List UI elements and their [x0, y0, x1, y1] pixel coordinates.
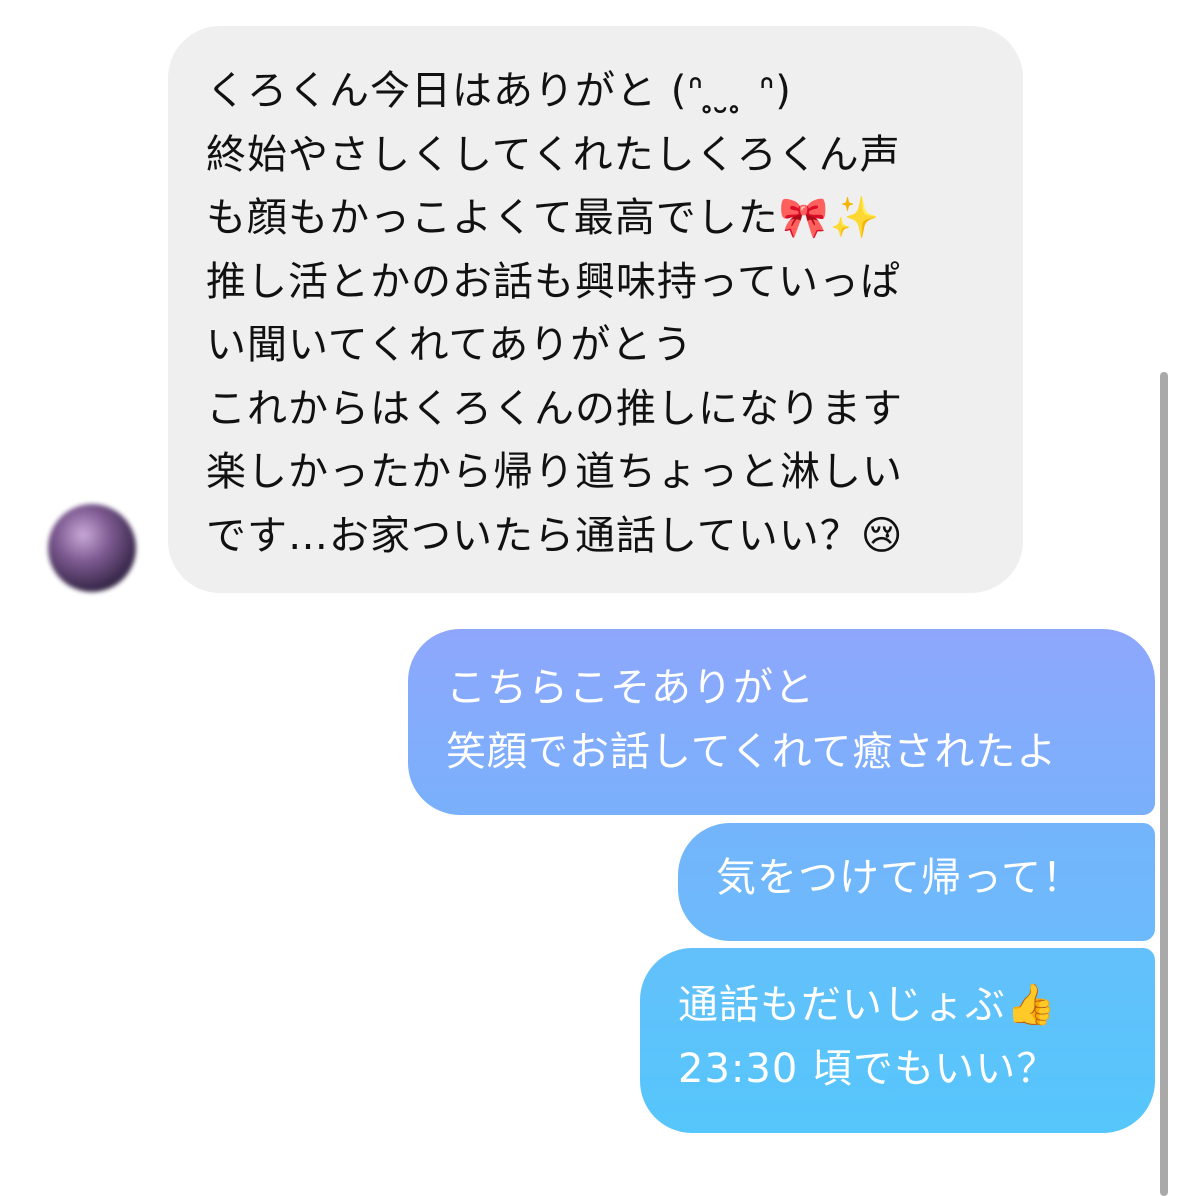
sender-avatar[interactable] [48, 504, 136, 592]
scrollbar[interactable] [1160, 372, 1168, 1196]
message-line: 23:30 頃でもいい？ [678, 1045, 1058, 1092]
outgoing-message-bubble[interactable]: こちらこそありがと 笑顔でお話してくれて癒されたよ [408, 629, 1155, 815]
chat-thread: くろくん今日はありがと (ᐢ ̥ ̮ ̥ ᐢ) 終始やさしくしてくれたしくろくん… [0, 0, 1179, 1196]
outgoing-message-bubble[interactable]: 通話もだいじょぶ👍 23:30 頃でもいい？ [640, 948, 1155, 1133]
message-line: 楽しかったから帰り道ちょっと淋しい [206, 449, 903, 495]
message-line: 笑顔でお話してくれて癒されたよ [446, 728, 1058, 775]
outgoing-message-bubble[interactable]: 気をつけて帰って！ [678, 823, 1155, 941]
message-line: い聞いてくれてありがとう [206, 322, 694, 368]
message-line: 推し活とかのお話も興味持っていっぱ [206, 258, 901, 305]
message-line: です…お家ついたら通話していい？😢 [206, 512, 904, 559]
message-line: 気をつけて帰って！ [716, 855, 1083, 901]
message-line: これからはくろくんの推しになります [206, 385, 903, 432]
message-line: 通話もだいじょぶ👍 [678, 982, 1057, 1028]
message-line: くろくん今日はありがと (ᐢ ̥ ̮ ̥ ᐢ) [206, 68, 792, 114]
message-line: こちらこそありがと [446, 665, 815, 711]
incoming-message-bubble[interactable]: くろくん今日はありがと (ᐢ ̥ ̮ ̥ ᐢ) 終始やさしくしてくれたしくろくん… [168, 26, 1023, 593]
message-line: 終始やさしくしてくれたしくろくん声 [206, 131, 901, 178]
message-line: も顔もかっこよくて最高でした🎀✨ [206, 195, 881, 241]
